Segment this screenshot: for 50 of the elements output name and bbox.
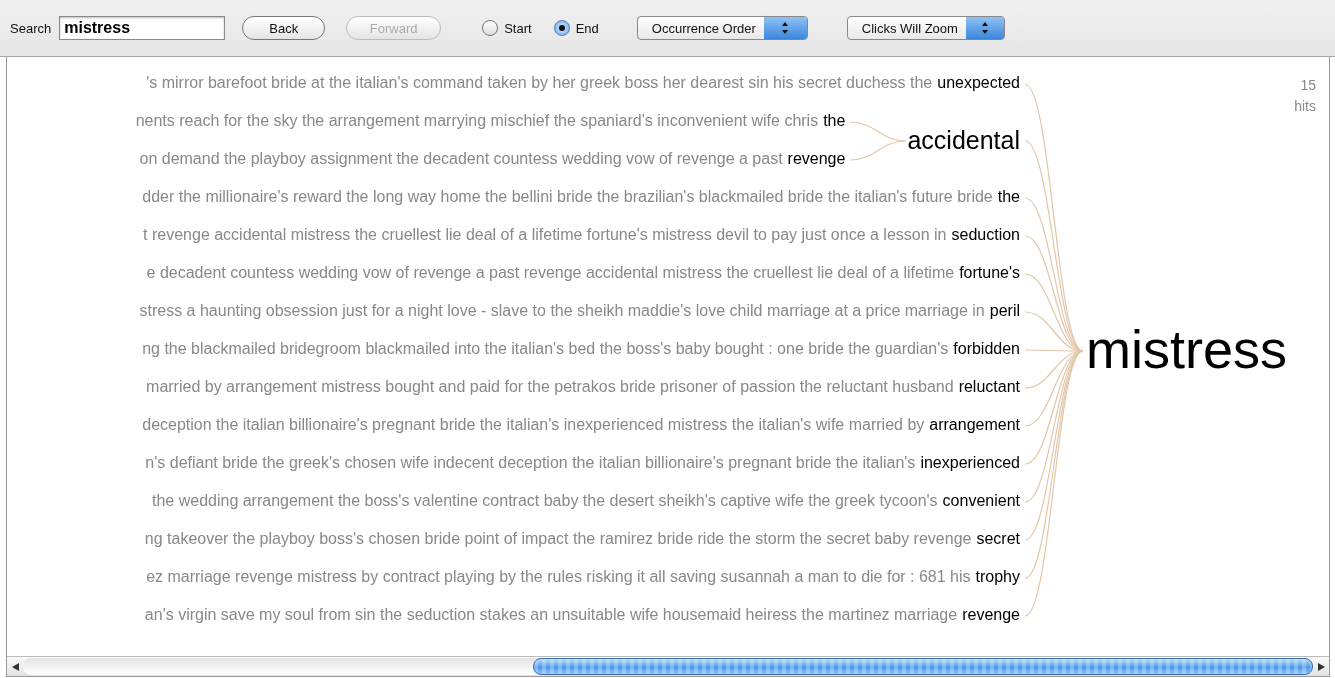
tree-word[interactable]: unexpected <box>937 74 1020 92</box>
tree-word[interactable]: revenge <box>962 606 1020 624</box>
tree-word[interactable]: seduction <box>951 226 1020 244</box>
tree-word[interactable]: the <box>997 188 1020 206</box>
context-text: on demand the playboy assignment the decadent countess wedding vow of revenge a past <box>139 150 783 168</box>
stepper-icon <box>980 21 989 35</box>
tree-word[interactable]: fortune's <box>959 264 1020 282</box>
nav-button[interactable]: Back <box>242 16 326 40</box>
search-label: Search <box>10 20 52 36</box>
branch-curve <box>849 121 906 142</box>
context-text: ng takeover the playboy boss's chosen bride point of impact the ramirez bride ride the storm the secret baby revenge <box>144 530 972 548</box>
context-text: nents reach for the sky the arrangement marrying mischief the spaniard's inconvenient wife chris <box>135 112 819 130</box>
context-text: ng the blackmailed bridegroom blackmailed into the italian's bed the boss's baby bought : one bride the guardian's <box>142 340 949 358</box>
context-text: an's virgin save my soul from sin the seduction stakes an unsuitable wife housemaid heiress the martinez marriage <box>144 606 958 624</box>
context-text: 's mirror barefoot bride at the italian's command taken by her greek boss her dearest sin his secret duchess the <box>146 74 933 92</box>
context-text: the wedding arrangement the boss's valentine contract baby the desert sheikh's captive wife the greek tycoon's <box>152 492 938 510</box>
radio-label[interactable]: Start <box>504 20 532 36</box>
dropdown-select[interactable]: Clicks Will Zoom <box>846 16 1005 40</box>
root-word[interactable]: mistress <box>1086 318 1287 380</box>
tree-word[interactable]: the <box>823 112 846 130</box>
context-text: n's defiant bride the greek's chosen wife indecent deception the italian billionaire's pregnant bride the italian's <box>145 454 916 472</box>
tree-word[interactable]: revenge <box>787 150 846 168</box>
hit-label: hits <box>1294 97 1316 116</box>
tree-word[interactable]: secret <box>976 530 1020 548</box>
scroll-left-icon[interactable] <box>11 662 19 671</box>
context-text: e decadent countess wedding vow of revenge a past revenge accidental mistress the cruellest lie deal of a lifetime <box>146 264 955 282</box>
branch-curve <box>849 140 906 161</box>
radio-button[interactable] <box>553 20 570 36</box>
tree-word[interactable]: convenient <box>942 492 1020 510</box>
dropdown-select[interactable]: Occurrence Order <box>636 16 808 40</box>
search-field[interactable]: mistress <box>59 16 226 40</box>
scroll-right-icon[interactable] <box>1317 662 1325 671</box>
stepper-icon <box>781 21 790 35</box>
tree-word[interactable]: arrangement <box>929 416 1020 434</box>
context-text: dder the millionaire's reward the long way home the bellini bride the brazilian's blackmailed bride the italian's future bride <box>142 188 993 206</box>
context-text: ez marriage revenge mistress by contract playing by the rules risking it all saving susannah a man to die for : 681 his <box>146 568 971 586</box>
radio-button[interactable] <box>482 20 499 36</box>
radio-label[interactable]: End <box>575 20 599 36</box>
tree-word[interactable]: accidental <box>907 125 1020 155</box>
hit-count: 15 <box>1299 76 1316 95</box>
context-text: deception the italian billionaire's pregnant bride the italian's inexperienced mistress the italian's wife married by <box>142 416 925 434</box>
tree-word[interactable]: inexperienced <box>920 454 1020 472</box>
tree-word[interactable]: forbidden <box>953 340 1020 358</box>
context-text: stress a haunting obsession just for a night love - slave to the sheikh maddie's love child marriage at a price marriage in <box>139 302 985 320</box>
tree-word[interactable]: reluctant <box>958 378 1020 396</box>
context-text: married by arrangement mistress bought and paid for the petrakos bride prisoner of passion the reluctant husband <box>146 378 954 396</box>
tree-word[interactable]: trophy <box>975 568 1020 586</box>
tree-word[interactable]: peril <box>989 302 1020 320</box>
context-text: t revenge accidental mistress the cruellest lie deal of a lifetime fortune's mistress devil to pay just once a lesson in <box>143 226 947 244</box>
scrollbar-thumb[interactable] <box>532 658 1313 675</box>
